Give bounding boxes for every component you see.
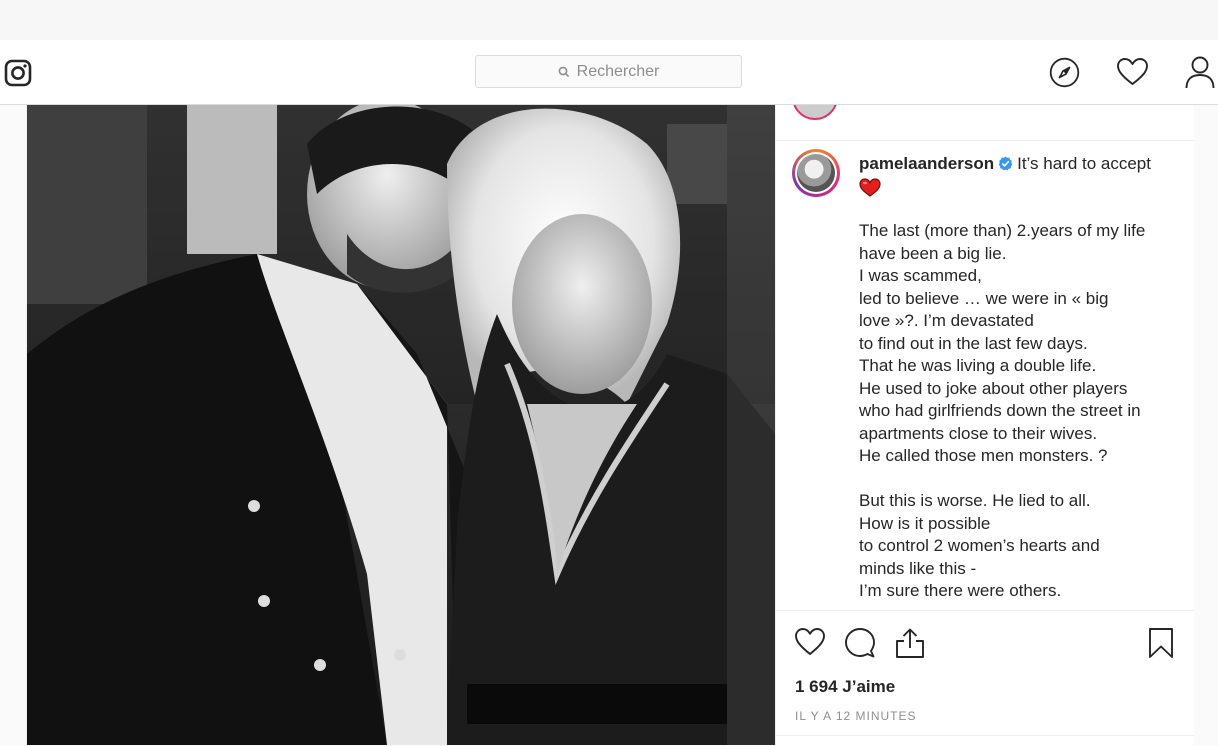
instagram-logo-icon[interactable] bbox=[4, 59, 32, 87]
caption-line: He called those men monsters. ? bbox=[859, 446, 1108, 465]
comment-bubble-icon[interactable] bbox=[844, 627, 876, 664]
caption-line: have been a big lie. bbox=[859, 243, 1007, 263]
search-placeholder: Rechercher bbox=[576, 62, 660, 80]
caption-line: who had girlfriends down the street in bbox=[859, 401, 1141, 420]
caption-line: That he was living a double life. bbox=[859, 356, 1097, 375]
caption-area: pamelaanderson It’s hard to accept The l… bbox=[776, 141, 1194, 610]
caption-line: He used to joke about other players bbox=[859, 378, 1128, 398]
caption-first-line: It’s hard to accept bbox=[1017, 154, 1151, 173]
caption-body: The last (more than) 2.years of my life … bbox=[859, 198, 1179, 603]
divider bbox=[776, 735, 1194, 736]
username-link[interactable]: pamelaanderson bbox=[859, 154, 994, 173]
profile-icon[interactable] bbox=[1184, 55, 1216, 89]
compass-icon[interactable] bbox=[1049, 57, 1080, 88]
caption-line: love »?. I’m devastated bbox=[859, 311, 1034, 330]
heart-icon[interactable] bbox=[1116, 57, 1149, 87]
caption-line: How is it possible bbox=[859, 513, 991, 533]
avatar[interactable] bbox=[792, 149, 840, 197]
post-actions: 1 694 J’aime IL Y A 12 MINUTES bbox=[776, 610, 1194, 746]
caption-line: I was scammed, bbox=[859, 266, 982, 285]
caption-line: led to believe … we were in « big bbox=[859, 288, 1109, 308]
like-heart-icon[interactable] bbox=[794, 627, 826, 662]
avatar[interactable] bbox=[792, 104, 838, 120]
verified-badge-icon bbox=[998, 156, 1013, 171]
previous-comment-row bbox=[776, 104, 1194, 141]
post-container: pamelaanderson It’s hard to accept The l… bbox=[26, 104, 1194, 745]
caption-line: to find out in the last few days. bbox=[859, 333, 1088, 353]
avatar-ring bbox=[795, 152, 837, 194]
caption-line: minds like this - bbox=[859, 558, 977, 578]
caption-line: But this is worse. He lied to all. bbox=[859, 491, 1091, 510]
caption-line bbox=[859, 198, 1179, 221]
avatar-image bbox=[797, 154, 835, 192]
caption-line bbox=[859, 468, 1179, 491]
caption-line: apartments close to their wives. bbox=[859, 423, 1098, 443]
post-photo-illustration bbox=[27, 104, 775, 745]
share-icon[interactable] bbox=[894, 627, 926, 664]
likes-count[interactable]: 1 694 J’aime bbox=[795, 677, 895, 697]
post-caption: pamelaanderson It’s hard to accept The l… bbox=[859, 153, 1179, 603]
post-sidebar: pamelaanderson It’s hard to accept The l… bbox=[775, 104, 1194, 745]
post-timestamp[interactable]: IL Y A 12 MINUTES bbox=[795, 709, 917, 723]
search-icon bbox=[558, 66, 569, 77]
search-input[interactable]: Rechercher bbox=[475, 55, 742, 88]
caption-line: I’m sure there were others. bbox=[859, 581, 1062, 600]
red-heart-emoji-icon bbox=[859, 177, 881, 197]
top-nav: Rechercher bbox=[0, 40, 1218, 105]
save-bookmark-icon[interactable] bbox=[1148, 627, 1174, 664]
post-photo[interactable] bbox=[27, 104, 775, 745]
browser-top-strip bbox=[0, 0, 1218, 40]
caption-line: The last (more than) 2.years of my life bbox=[859, 221, 1146, 240]
caption-line: to control 2 women’s hearts and bbox=[859, 536, 1100, 555]
